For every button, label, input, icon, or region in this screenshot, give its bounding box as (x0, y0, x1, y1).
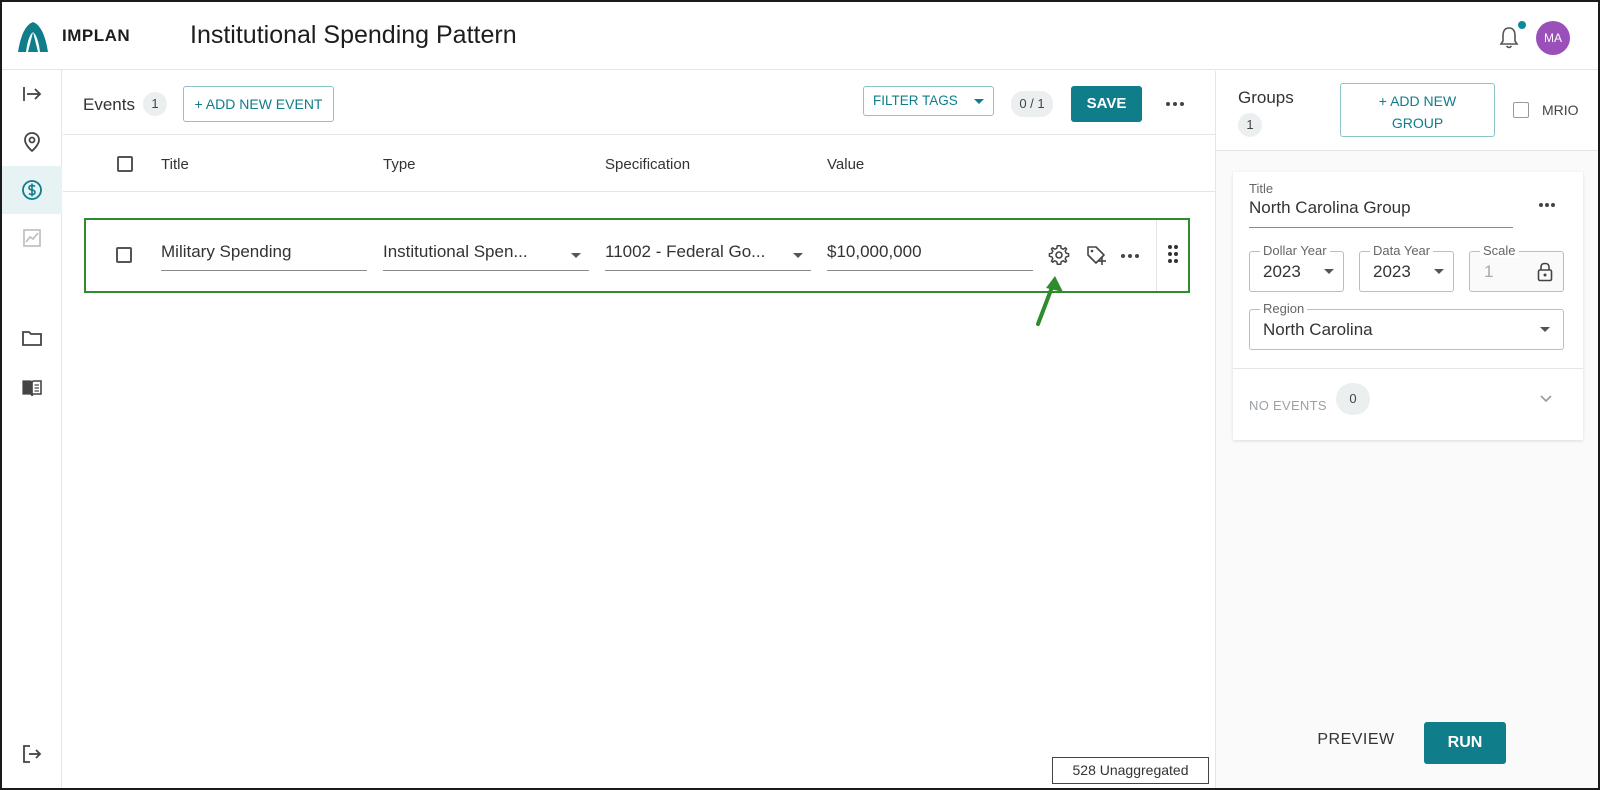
events-toolbar: Events 1 + ADD NEW EVENT FILTER TAGS 0 /… (63, 71, 1215, 135)
rail-results[interactable] (2, 214, 62, 262)
page-title: Institutional Spending Pattern (190, 21, 517, 49)
add-new-group-label-line2: GROUP (1391, 115, 1444, 131)
no-events-count-badge: 0 (1336, 383, 1370, 415)
rail-location[interactable] (2, 118, 62, 166)
mrio-checkbox[interactable] (1513, 102, 1529, 118)
save-button[interactable]: SAVE (1071, 86, 1142, 122)
brand-name: IMPLAN (62, 26, 131, 45)
chevron-down-icon (974, 99, 984, 104)
rail-projects[interactable] (2, 314, 62, 362)
gear-icon[interactable] (1048, 244, 1070, 266)
row-more-icon[interactable] (1121, 252, 1145, 260)
implan-logo-icon (18, 22, 48, 52)
no-events-label: NO EVENTS (1249, 398, 1327, 413)
group-card: Title North Carolina Group 2023 Dollar Y… (1233, 172, 1583, 440)
events-count-badge: 1 (143, 92, 167, 116)
notification-dot (1518, 21, 1526, 29)
events-more-icon[interactable] (1166, 100, 1190, 108)
rail-expand[interactable] (2, 70, 62, 118)
column-header-value: Value (827, 156, 865, 173)
chevron-down-icon (793, 253, 803, 258)
drag-handle-icon[interactable] (1167, 244, 1179, 264)
location-pin-icon (24, 132, 40, 153)
chevron-down-icon (571, 253, 581, 258)
chevron-down-icon (1324, 269, 1334, 274)
column-header-type: Type (383, 156, 416, 173)
mrio-label: MRIO (1542, 102, 1579, 118)
rail-spending[interactable] (2, 166, 62, 214)
event-value-amount: $10,000,000 (827, 242, 922, 261)
group-more-icon[interactable] (1539, 201, 1563, 209)
chart-icon (23, 229, 41, 247)
folder-icon (22, 331, 42, 346)
region-label: Region (1260, 301, 1308, 316)
event-specification-select[interactable]: 11002 - Federal Go... (605, 242, 811, 271)
events-label: Events (83, 95, 135, 114)
column-header-specification: Specification (605, 156, 691, 173)
logout-icon (23, 745, 42, 763)
dollar-year-value: 2023 (1263, 262, 1301, 281)
dollar-circle-icon (22, 180, 42, 200)
lock-icon[interactable] (1536, 262, 1554, 282)
group-title-input[interactable]: North Carolina Group (1249, 198, 1513, 228)
top-bar: IMPLAN Institutional Spending Pattern MA (2, 2, 1598, 70)
status-badge: 528 Unaggregated (1052, 757, 1209, 784)
groups-header: Groups 1 + ADD NEW GROUP MRIO (1216, 71, 1598, 151)
add-new-group-label-line1: + ADD NEW (1378, 93, 1457, 109)
region-value: North Carolina (1263, 320, 1373, 339)
groups-count-badge: 1 (1238, 113, 1262, 137)
row-checkbox[interactable] (116, 247, 132, 263)
groups-panel: Groups 1 + ADD NEW GROUP MRIO Title Nort… (1215, 71, 1598, 788)
column-header-title: Title (161, 156, 189, 173)
table-row: Military Spending Institutional Spen... … (84, 218, 1190, 293)
run-button[interactable]: RUN (1424, 722, 1506, 764)
selection-count-badge: 0 / 1 (1011, 91, 1053, 117)
rail-logout[interactable] (2, 730, 62, 778)
add-new-event-button[interactable]: + ADD NEW EVENT (183, 86, 334, 122)
data-year-value: 2023 (1373, 262, 1411, 281)
filter-tags-label: FILTER TAGS (873, 93, 958, 108)
annotation-arrow-icon (1036, 276, 1063, 326)
events-table-header: Title Type Specification Value (63, 136, 1215, 192)
group-title-label: Title (1249, 181, 1274, 196)
event-type-select[interactable]: Institutional Spen... (383, 242, 589, 271)
app-window: IMPLAN Institutional Spending Pattern MA (0, 0, 1600, 790)
event-type-value: Institutional Spen... (383, 242, 528, 261)
event-title-input[interactable]: Military Spending (161, 242, 367, 271)
row-divider (1156, 220, 1157, 291)
chevron-down-icon (1540, 327, 1550, 332)
event-value-input[interactable]: $10,000,000 (827, 242, 1033, 271)
rail-library[interactable] (2, 364, 62, 412)
add-new-group-button[interactable]: + ADD NEW GROUP (1340, 83, 1495, 137)
scale-label: Scale (1480, 243, 1519, 258)
chevron-down-icon[interactable] (1539, 394, 1553, 404)
expand-arrow-icon (23, 87, 42, 101)
notification-bell-icon[interactable] (1498, 26, 1520, 50)
dollar-year-label: Dollar Year (1260, 243, 1330, 258)
event-title-value: Military Spending (161, 242, 292, 261)
filter-tags-dropdown[interactable]: FILTER TAGS (863, 86, 994, 116)
group-title-value: North Carolina Group (1249, 198, 1411, 217)
preview-button[interactable]: PREVIEW (1306, 731, 1406, 755)
scale-value: 1 (1484, 262, 1494, 281)
data-year-label: Data Year (1370, 243, 1434, 258)
event-specification-value: 11002 - Federal Go... (605, 242, 766, 261)
card-divider (1233, 368, 1583, 369)
left-rail (2, 70, 62, 788)
groups-label: Groups (1238, 88, 1294, 107)
chevron-down-icon (1434, 269, 1444, 274)
add-tag-icon[interactable] (1085, 244, 1107, 266)
select-all-checkbox[interactable] (117, 156, 133, 172)
avatar[interactable]: MA (1536, 21, 1570, 55)
book-icon (22, 380, 42, 397)
